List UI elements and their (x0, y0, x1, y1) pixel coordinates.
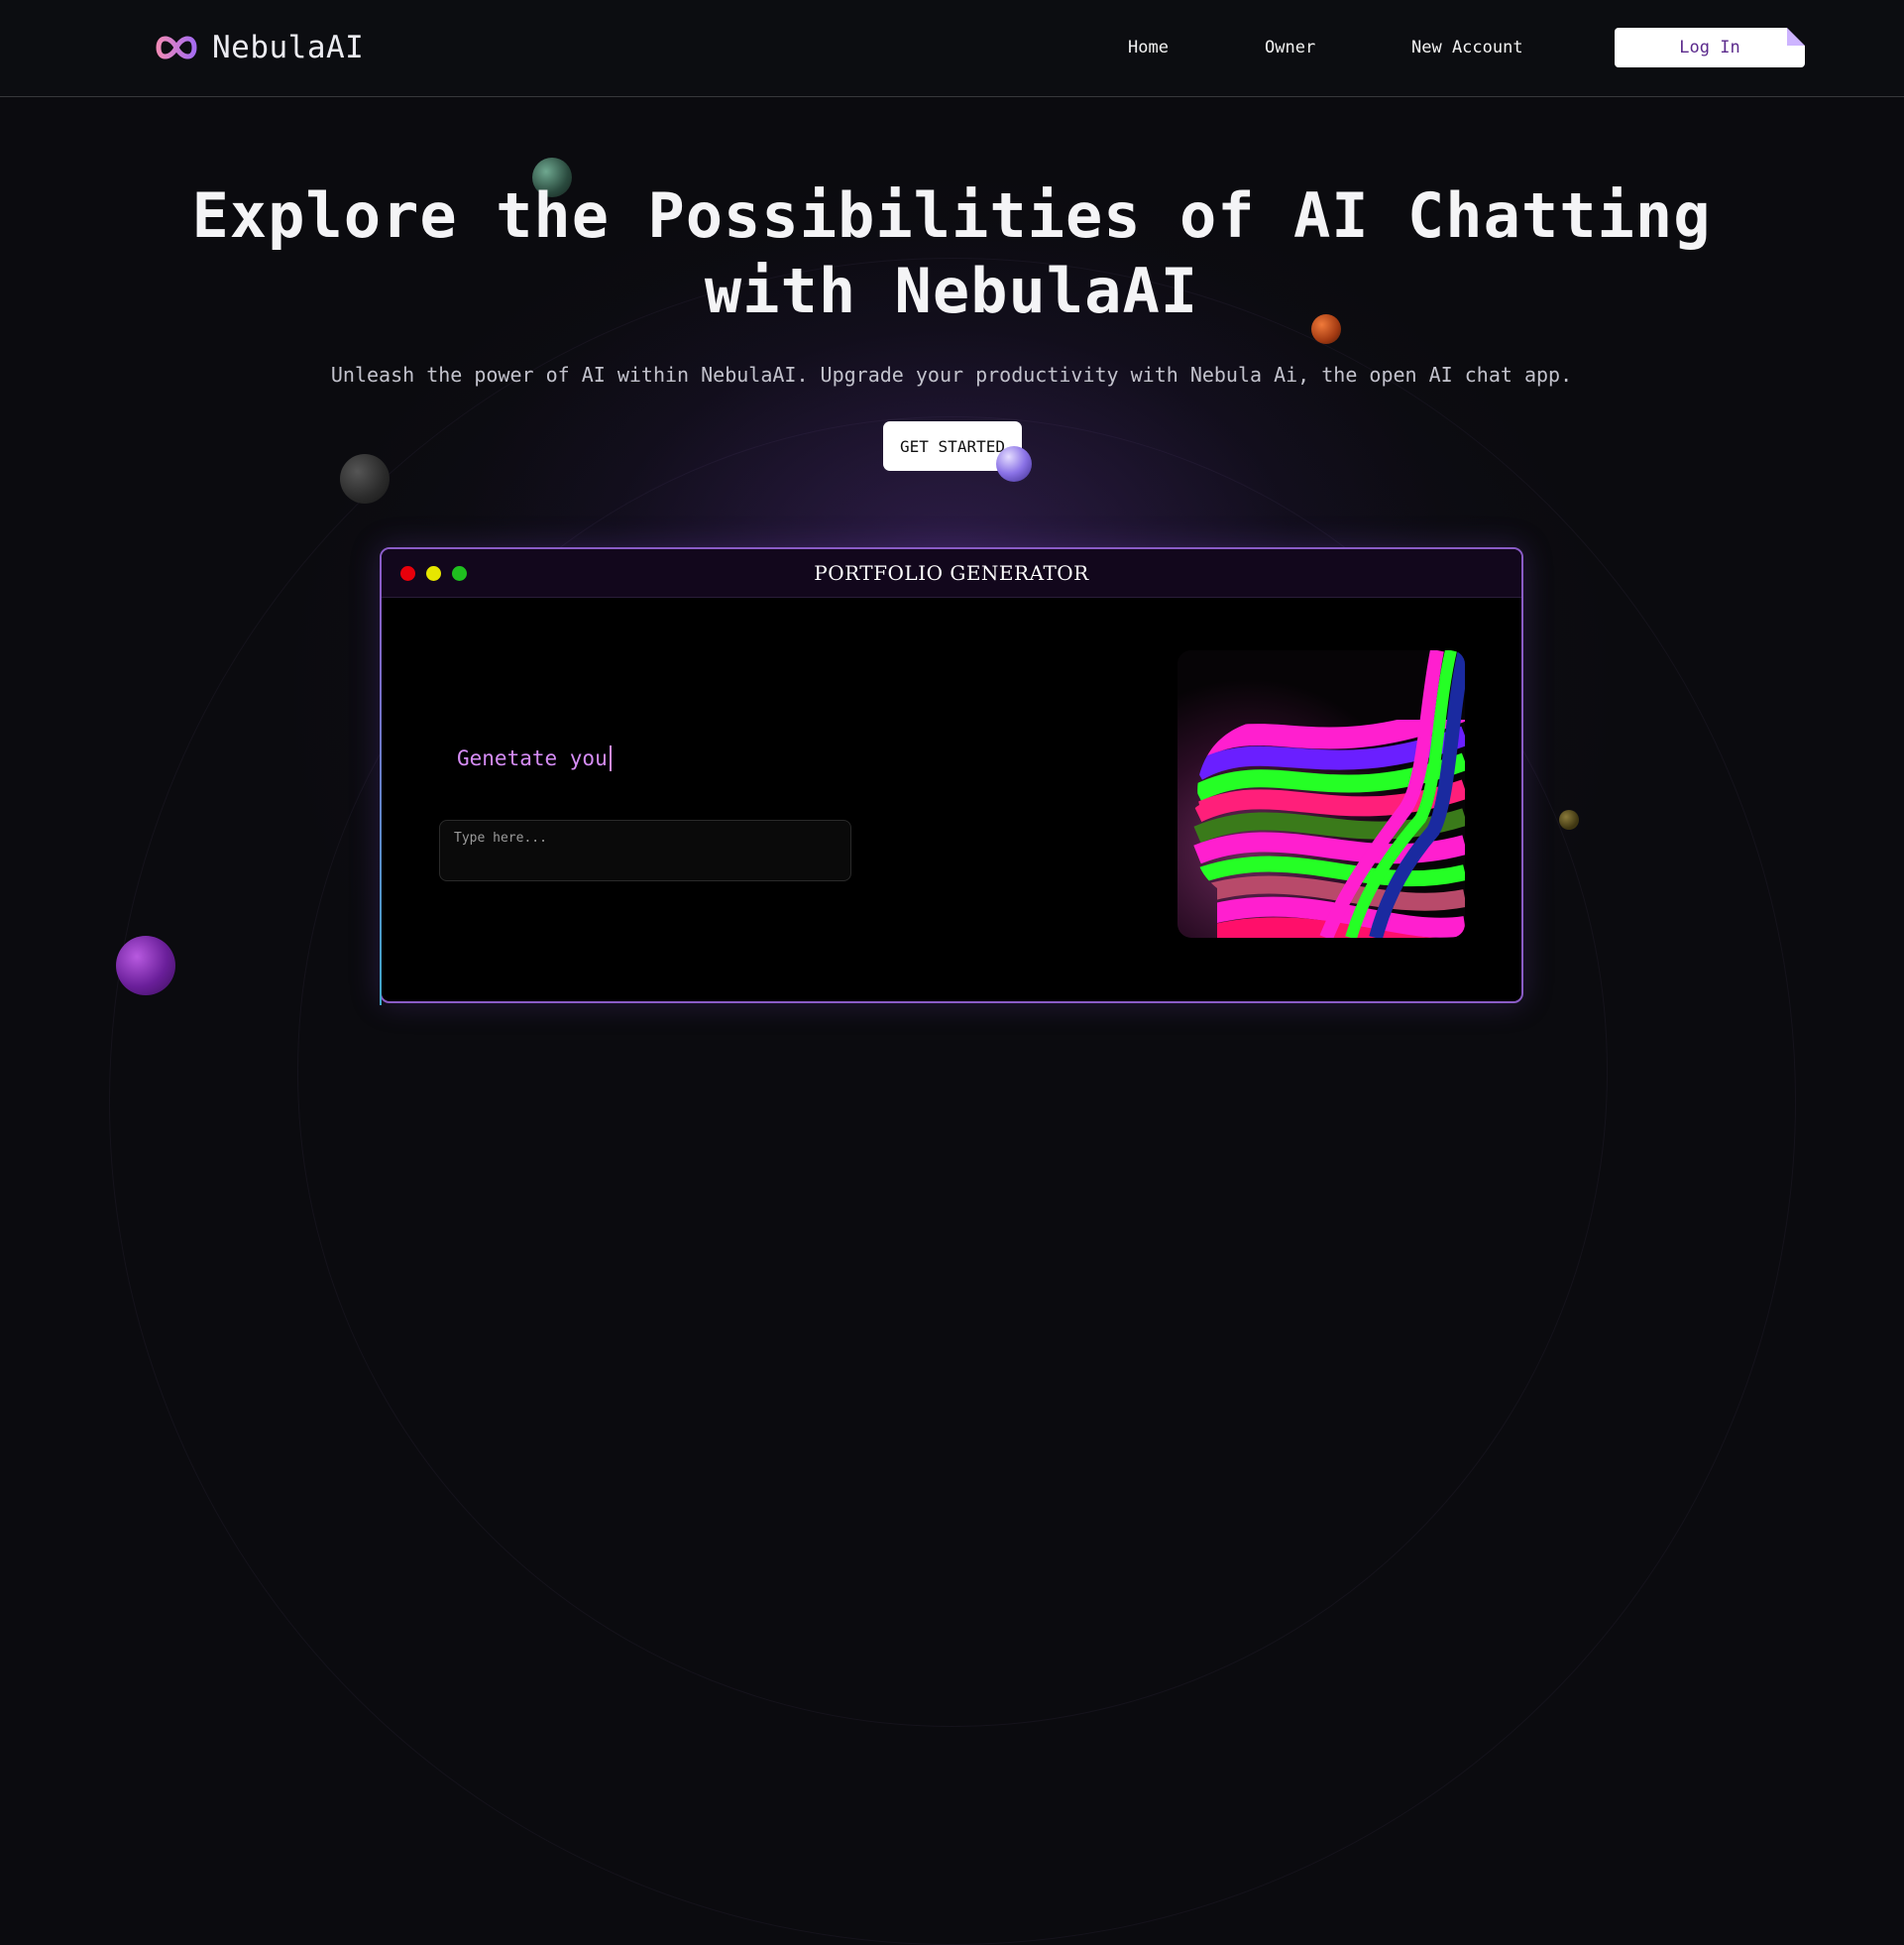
window-titlebar: PORTFOLIO GENERATOR (382, 549, 1521, 598)
get-started-button[interactable]: GET STARTED (883, 421, 1022, 471)
decorative-orb-purple (116, 936, 175, 995)
portfolio-generator-window: PORTFOLIO GENERATOR Genetate you (380, 547, 1523, 1005)
generated-art-image (1177, 650, 1465, 938)
hero-title-line-2: with NebulaAI (704, 255, 1199, 327)
nav-link-home[interactable]: Home (1128, 38, 1169, 57)
decorative-orb-olive (1559, 810, 1579, 830)
typing-animation-text: Genetate you (457, 745, 612, 771)
hero-title: Explore the Possibilities of AI Chatting… (159, 178, 1744, 329)
corner-fold-decoration (1787, 28, 1805, 46)
nav-link-owner[interactable]: Owner (1265, 38, 1315, 57)
nav-link-new-account[interactable]: New Account (1411, 38, 1523, 57)
login-button-label: Log In (1679, 38, 1740, 57)
prompt-textarea[interactable] (439, 820, 851, 881)
brand-logo[interactable]: NebulaAI (153, 30, 364, 65)
background-ring (109, 258, 1796, 1945)
decorative-orb-gray (340, 454, 390, 504)
hero-title-line-1: Explore the Possibilities of AI Chatting (191, 179, 1712, 252)
hero-subtitle: Unleash the power of AI within NebulaAI.… (330, 363, 1573, 387)
brand-name: NebulaAI (212, 30, 365, 65)
top-navbar: NebulaAI Home Owner New Account Log In (0, 0, 1904, 97)
window-title: PORTFOLIO GENERATOR (814, 561, 1089, 585)
infinity-logo-icon (156, 36, 197, 59)
rainbow-face-profile-art-icon (1177, 650, 1465, 938)
login-button[interactable]: Log In (1615, 28, 1805, 67)
